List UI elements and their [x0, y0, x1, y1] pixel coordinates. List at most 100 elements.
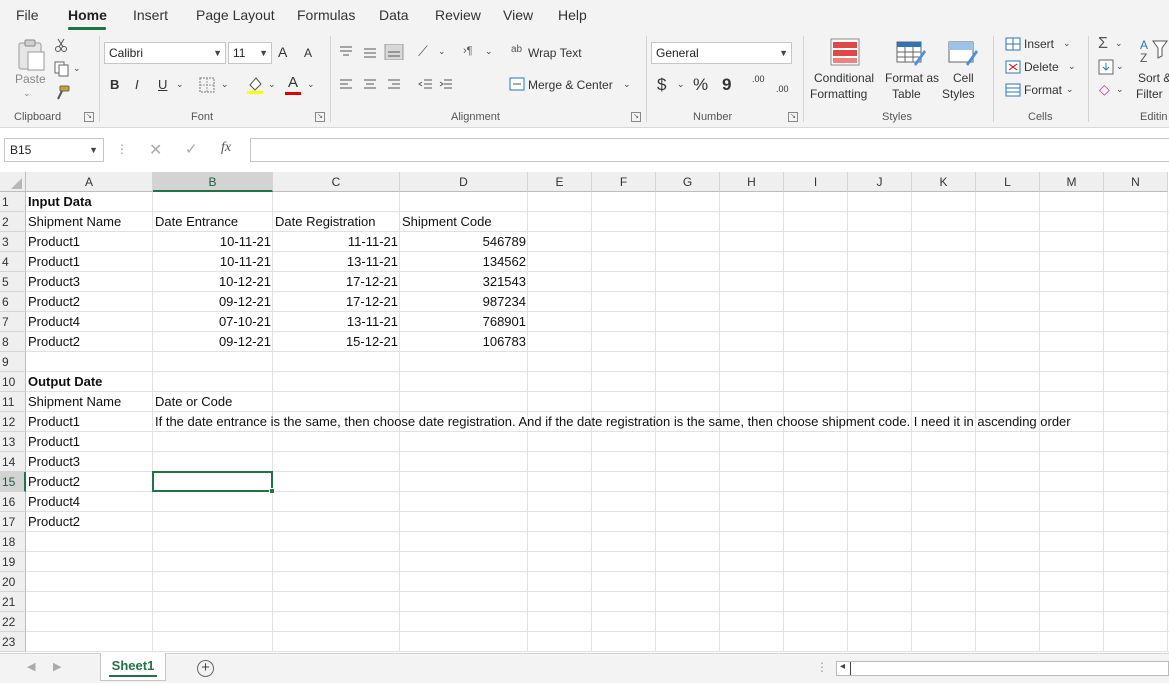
sheet-tab-sheet1[interactable]: Sheet1 — [100, 653, 166, 681]
cell-c6[interactable]: 17-12-21 — [273, 292, 400, 312]
wrap-text-button[interactable]: Wrap Text — [528, 46, 582, 60]
currency-button[interactable]: $ — [657, 75, 666, 95]
cut-icon[interactable] — [54, 38, 68, 52]
bold-button[interactable]: B — [110, 77, 119, 92]
tab-review[interactable]: Review — [435, 7, 481, 23]
format-cells-icon[interactable] — [1005, 83, 1021, 97]
row-header-15[interactable]: 15 — [0, 472, 26, 492]
scroll-tabs-left-icon[interactable]: ◀ — [27, 660, 35, 673]
cell-a1[interactable]: Input Data — [26, 192, 94, 212]
text-direction-icon[interactable]: ›¶ — [463, 45, 473, 57]
row-header-19[interactable]: 19 — [0, 552, 26, 572]
column-header-l[interactable]: L — [976, 172, 1040, 192]
sort-filter-icon[interactable]: A Z — [1138, 36, 1169, 64]
cell-d7[interactable]: 768901 — [400, 312, 528, 332]
cell-a2[interactable]: Shipment Name — [26, 212, 123, 232]
conditional-formatting-label-2[interactable]: Formatting — [810, 87, 867, 101]
cell-d4[interactable]: 134562 — [400, 252, 528, 272]
format-painter-icon[interactable] — [54, 85, 70, 101]
merge-dropdown-icon[interactable]: ⌄ — [623, 80, 631, 89]
merge-center-button[interactable]: Merge & Center — [528, 78, 613, 92]
cell-c7[interactable]: 13-11-21 — [273, 312, 400, 332]
tab-data[interactable]: Data — [379, 7, 409, 23]
orientation-icon[interactable]: ⟋ — [418, 43, 428, 60]
cell-b3[interactable]: 10-11-21 — [153, 232, 273, 252]
cell-a17[interactable]: Product2 — [26, 512, 82, 532]
tab-insert[interactable]: Insert — [133, 7, 168, 23]
delete-cells-button[interactable]: Delete — [1024, 60, 1059, 74]
cell-c3[interactable]: 11-11-21 — [273, 232, 400, 252]
decrease-decimal-button[interactable]: .00 — [774, 74, 796, 96]
row-header-17[interactable]: 17 — [0, 512, 26, 532]
tab-file[interactable]: File — [16, 7, 39, 23]
name-box[interactable]: B15 ▼ — [4, 138, 104, 162]
paste-icon[interactable] — [14, 38, 48, 72]
shrink-font-button[interactable]: A — [304, 46, 312, 60]
column-header-f[interactable]: F — [592, 172, 656, 192]
orientation-dropdown-icon[interactable]: ⌄ — [438, 47, 446, 56]
format-as-table-label-1[interactable]: Format as — [885, 71, 939, 85]
cell-a16[interactable]: Product4 — [26, 492, 82, 512]
cell-a6[interactable]: Product2 — [26, 292, 82, 312]
conditional-formatting-label-1[interactable]: Conditional — [814, 71, 874, 85]
horizontal-scrollbar[interactable]: ◂ — [836, 661, 1169, 676]
clear-dropdown-icon[interactable]: ⌄ — [1116, 85, 1124, 94]
cell-d6[interactable]: 987234 — [400, 292, 528, 312]
cell-a5[interactable]: Product3 — [26, 272, 82, 292]
row-header-4[interactable]: 4 — [0, 252, 26, 272]
tab-home[interactable]: Home — [68, 7, 107, 23]
add-sheet-button[interactable]: + — [197, 660, 214, 677]
alignment-launcher-icon[interactable]: ↘ — [631, 112, 641, 122]
sort-filter-label-1[interactable]: Sort & — [1138, 71, 1169, 85]
increase-decimal-button[interactable]: .00 — [750, 74, 772, 96]
fill-color-icon[interactable] — [246, 75, 264, 95]
clear-icon[interactable]: ◇ — [1099, 81, 1110, 98]
font-size-combo[interactable]: 11 ▼ — [228, 42, 272, 64]
cell-a13[interactable]: Product1 — [26, 432, 82, 452]
scroll-left-icon[interactable]: ◂ — [840, 661, 845, 672]
cell-a11[interactable]: Shipment Name — [26, 392, 123, 412]
tab-help[interactable]: Help — [558, 7, 587, 23]
row-header-1[interactable]: 1 — [0, 192, 26, 212]
italic-button[interactable]: I — [135, 77, 139, 92]
cell-c2[interactable]: Date Registration — [273, 212, 377, 232]
cell-styles-label-2[interactable]: Styles — [942, 87, 975, 101]
row-header-22[interactable]: 22 — [0, 612, 26, 632]
column-header-m[interactable]: M — [1040, 172, 1104, 192]
cell-a14[interactable]: Product3 — [26, 452, 82, 472]
delete-cells-dropdown-icon[interactable]: ⌄ — [1068, 62, 1076, 71]
splitter-icon[interactable]: ⋮ — [816, 660, 828, 674]
row-header-18[interactable]: 18 — [0, 532, 26, 552]
font-color-dropdown-icon[interactable]: ⌄ — [307, 80, 315, 89]
column-header-e[interactable]: E — [528, 172, 592, 192]
cell-styles-icon[interactable] — [948, 38, 978, 66]
format-as-table-label-2[interactable]: Table — [892, 87, 921, 101]
clipboard-launcher-icon[interactable]: ↘ — [84, 112, 94, 122]
worksheet-grid[interactable]: ABCDEFGHIJKLMN 1 2 3 4 5 6 7 8 9 10 11 12 13 14 15 16 17… — [0, 172, 1169, 653]
row-header-2[interactable]: 2 — [0, 212, 26, 232]
select-all-corner[interactable] — [0, 172, 26, 192]
paste-label[interactable]: Paste — [15, 72, 46, 86]
underline-dropdown-icon[interactable]: ⌄ — [176, 80, 184, 89]
scroll-tabs-right-icon[interactable]: ▶ — [53, 660, 61, 673]
borders-dropdown-icon[interactable]: ⌄ — [221, 80, 229, 89]
horizontal-align-icons[interactable] — [338, 78, 408, 92]
cell-styles-label-1[interactable]: Cell — [953, 71, 974, 85]
cell-b8[interactable]: 09-12-21 — [153, 332, 273, 352]
font-launcher-icon[interactable]: ↘ — [315, 112, 325, 122]
borders-icon[interactable] — [199, 77, 215, 93]
row-header-21[interactable]: 21 — [0, 592, 26, 612]
row-header-10[interactable]: 10 — [0, 372, 26, 392]
cell-a12[interactable]: Product1 — [26, 412, 82, 432]
indent-icons[interactable] — [418, 78, 458, 92]
row-header-7[interactable]: 7 — [0, 312, 26, 332]
cell-b5[interactable]: 10-12-21 — [153, 272, 273, 292]
autosum-icon[interactable]: Σ — [1098, 35, 1108, 53]
active-cell-border[interactable] — [152, 471, 273, 492]
grow-font-button[interactable]: A — [278, 44, 287, 60]
cell-c4[interactable]: 13-11-21 — [273, 252, 400, 272]
percent-button[interactable]: % — [693, 75, 708, 95]
fill-icon[interactable] — [1098, 59, 1114, 75]
row-header-3[interactable]: 3 — [0, 232, 26, 252]
more-options-icon[interactable]: ⋮ — [116, 142, 128, 156]
